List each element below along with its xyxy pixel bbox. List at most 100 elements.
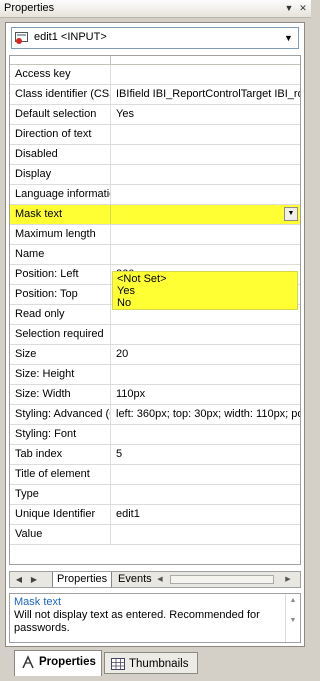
dropdown-option[interactable]: Yes bbox=[117, 285, 135, 297]
property-row[interactable]: Direction of text bbox=[10, 125, 300, 145]
property-row[interactable]: Maximum length bbox=[10, 225, 300, 245]
property-row[interactable]: Mask text ▼ bbox=[10, 205, 300, 225]
property-row[interactable]: Styling: Advanced (CSS)left: 360px; top:… bbox=[10, 405, 300, 425]
tab-thumbnails-label: Thumbnails bbox=[129, 658, 189, 670]
property-value[interactable]: 20 bbox=[112, 345, 300, 367]
property-name: Mask text bbox=[10, 205, 111, 224]
dropdown-button-icon[interactable]: ▼ bbox=[284, 207, 298, 221]
tab-events[interactable]: Events bbox=[114, 572, 156, 587]
property-name: Title of element bbox=[10, 465, 111, 484]
selected-element: edit1 <INPUT> bbox=[34, 31, 107, 43]
property-row[interactable]: Class identifier (CSS) IBIfield IBI_Repor… bbox=[10, 85, 300, 105]
property-row[interactable]: Disabled bbox=[10, 145, 300, 165]
property-row[interactable]: Title of element bbox=[10, 465, 300, 485]
property-row[interactable]: Selection required bbox=[10, 325, 300, 345]
tab-scroll-left-icon[interactable]: ◀ bbox=[12, 573, 26, 586]
bottom-tab-strip: Properties Thumbnails bbox=[0, 650, 311, 681]
property-row[interactable]: Default selection Yes bbox=[10, 105, 300, 125]
property-value[interactable] bbox=[112, 185, 300, 207]
property-value[interactable] bbox=[112, 65, 300, 87]
properties-panel: edit1 <INPUT> ▼ Access key Class identifi… bbox=[5, 22, 305, 647]
property-value[interactable] bbox=[112, 205, 300, 227]
property-name: Read only bbox=[10, 305, 111, 324]
property-value[interactable]: 110px bbox=[112, 385, 300, 407]
property-name: Display bbox=[10, 165, 111, 184]
property-name: Position: Left bbox=[10, 265, 111, 284]
property-name: Size bbox=[10, 345, 111, 364]
title-bar: Properties ▼ ✕ bbox=[0, 0, 311, 18]
property-value[interactable] bbox=[112, 125, 300, 147]
property-name: Styling: Font bbox=[10, 425, 111, 444]
description-title: Mask text bbox=[14, 596, 62, 608]
property-name: Unique Identifier bbox=[10, 505, 111, 524]
element-selector[interactable]: edit1 <INPUT> ▼ bbox=[11, 27, 299, 49]
tab-properties-main[interactable]: Properties bbox=[14, 650, 102, 676]
property-value[interactable] bbox=[112, 365, 300, 387]
property-name: Disabled bbox=[10, 145, 111, 164]
property-name: Value bbox=[10, 525, 111, 544]
property-name: Language information bbox=[10, 185, 111, 204]
property-row[interactable]: Size: Height bbox=[10, 365, 300, 385]
scroll-up-icon[interactable]: ▲ bbox=[286, 594, 300, 608]
property-value[interactable]: IBIfield IBI_ReportControlTarget IBI_rq bbox=[112, 85, 300, 107]
property-value[interactable]: left: 360px; top: 30px; width: 110px; po… bbox=[112, 405, 300, 427]
description-text: Will not display text as entered. Recomm… bbox=[14, 609, 260, 634]
chevron-down-icon[interactable]: ▼ bbox=[281, 30, 296, 46]
scroll-down-icon[interactable]: ▼ bbox=[286, 614, 300, 628]
property-row[interactable]: Access key bbox=[10, 65, 300, 85]
property-value[interactable] bbox=[112, 485, 300, 507]
property-name: Styling: Advanced (CSS) bbox=[10, 405, 111, 424]
property-name: Direction of text bbox=[10, 125, 111, 144]
window-title: Properties bbox=[4, 2, 55, 14]
property-value[interactable] bbox=[112, 525, 300, 547]
description-scrollbar[interactable]: ▲ ▼ bbox=[285, 594, 300, 642]
inner-tab-bar: ◀ ▶ Properties Events ◀ ▶ bbox=[9, 571, 301, 588]
property-name: Position: Top bbox=[10, 285, 111, 304]
dropdown-option[interactable]: No bbox=[117, 297, 131, 309]
property-name: Access key bbox=[10, 65, 111, 84]
property-row[interactable]: Unique Identifier edit1 bbox=[10, 505, 300, 525]
grid-header bbox=[10, 56, 300, 65]
property-name: Size: Width bbox=[10, 385, 111, 404]
scroll-left-icon[interactable]: ◀ bbox=[154, 574, 166, 585]
property-row[interactable]: Size: Width 110px bbox=[10, 385, 300, 405]
scrollbar-thumb[interactable] bbox=[170, 575, 274, 584]
pin-dropdown-icon[interactable]: ▼ bbox=[283, 2, 295, 14]
property-value[interactable] bbox=[112, 325, 300, 347]
property-value[interactable] bbox=[112, 165, 300, 187]
property-value[interactable] bbox=[112, 145, 300, 167]
property-value[interactable] bbox=[112, 245, 300, 267]
thumbnails-icon bbox=[111, 658, 125, 670]
property-value[interactable] bbox=[112, 425, 300, 447]
property-name: Tab index bbox=[10, 445, 111, 464]
property-value[interactable] bbox=[112, 225, 300, 247]
tab-properties[interactable]: Properties bbox=[52, 572, 113, 587]
property-row[interactable]: Type bbox=[10, 485, 300, 505]
property-row[interactable]: Styling: Font bbox=[10, 425, 300, 445]
property-name: Class identifier (CSS) bbox=[10, 85, 111, 104]
property-row[interactable]: Display bbox=[10, 165, 300, 185]
mask-text-dropdown-list: <Not Set> Yes No bbox=[112, 271, 298, 310]
property-row[interactable]: Language information bbox=[10, 185, 300, 205]
property-value[interactable]: edit1 bbox=[112, 505, 300, 527]
property-value[interactable] bbox=[112, 465, 300, 487]
description-pane: Mask text Will not display text as enter… bbox=[9, 593, 301, 643]
dropdown-option[interactable]: <Not Set> bbox=[117, 273, 167, 285]
input-element-icon bbox=[15, 32, 28, 44]
tab-thumbnails[interactable]: Thumbnails bbox=[104, 652, 198, 674]
tab-properties-label: Properties bbox=[39, 656, 96, 668]
property-row[interactable]: Tab index 5 bbox=[10, 445, 300, 465]
property-value[interactable]: Yes bbox=[112, 105, 300, 127]
property-row[interactable]: Value bbox=[10, 525, 300, 545]
property-name: Type bbox=[10, 485, 111, 504]
horizontal-scrollbar[interactable]: ◀ ▶ bbox=[154, 574, 294, 585]
property-name: Default selection bbox=[10, 105, 111, 124]
scroll-right-icon[interactable]: ▶ bbox=[282, 574, 294, 585]
property-row[interactable]: Name bbox=[10, 245, 300, 265]
property-row[interactable]: Size 20 bbox=[10, 345, 300, 365]
properties-icon bbox=[22, 655, 34, 669]
tab-scroll-right-icon[interactable]: ▶ bbox=[27, 573, 41, 586]
property-value[interactable]: 5 bbox=[112, 445, 300, 467]
close-icon[interactable]: ✕ bbox=[297, 2, 309, 14]
property-name: Size: Height bbox=[10, 365, 111, 384]
